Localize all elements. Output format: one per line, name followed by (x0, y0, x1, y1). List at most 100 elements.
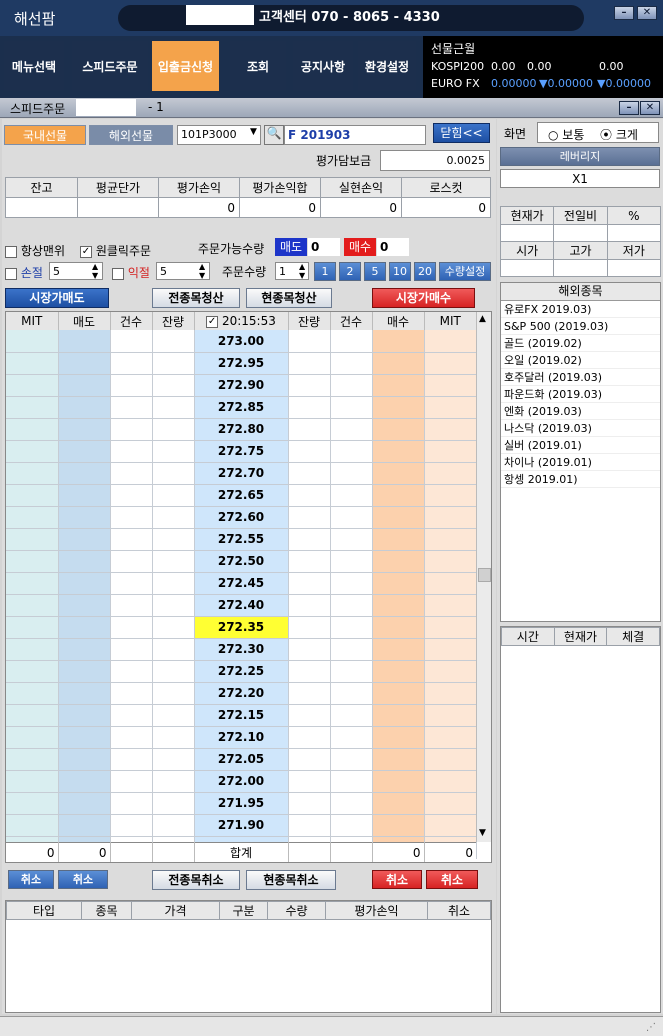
scroll-down-icon[interactable]: ▼ (479, 828, 486, 838)
sell-cell[interactable] (58, 528, 111, 551)
account-select[interactable]: 101P3000 (177, 125, 261, 145)
scroll-up-icon[interactable]: ▲ (479, 314, 486, 324)
symbol-item[interactable]: 차이나 (2019.01) (501, 454, 660, 471)
sell-count-cell[interactable] (110, 638, 153, 661)
price-cell[interactable]: 272.00 (194, 770, 289, 793)
spinner-icon[interactable]: ▲ ▼ (299, 262, 305, 280)
mit-sell-cell[interactable] (6, 506, 59, 529)
mit-buy-cell[interactable] (424, 616, 477, 639)
menu-select[interactable]: 메뉴선택 (4, 41, 64, 91)
close-icon[interactable]: ✕ (637, 6, 657, 20)
sell-cell[interactable] (58, 462, 111, 485)
sell-count-cell[interactable] (110, 748, 153, 771)
buy-cell[interactable] (372, 638, 425, 661)
sell-count-cell[interactable] (110, 330, 153, 353)
mit-sell-cell[interactable] (6, 418, 59, 441)
symbol-item[interactable]: 실버 (2019.01) (501, 437, 660, 454)
mit-sell-cell[interactable] (6, 550, 59, 573)
mit-buy-cell[interactable] (424, 330, 477, 353)
buy-cell[interactable] (372, 440, 425, 463)
sell-count-cell[interactable] (110, 396, 153, 419)
one-click-option[interactable]: ✓ 원클릭주문 (80, 242, 151, 259)
checkbox-checked-icon[interactable]: ✓ (206, 315, 219, 328)
buy-cell[interactable] (372, 396, 425, 419)
price-cell[interactable]: 272.30 (194, 638, 289, 661)
sell-cell[interactable] (58, 616, 111, 639)
sell-cell[interactable] (58, 330, 111, 353)
spinner-icon[interactable]: ▲ ▼ (199, 262, 205, 280)
buy-count-cell[interactable] (330, 748, 373, 771)
mit-buy-cell[interactable] (424, 704, 477, 727)
sell-cell[interactable] (58, 814, 111, 837)
mit-sell-cell[interactable] (6, 462, 59, 485)
qty-preset-button[interactable]: 1 (314, 262, 336, 281)
sell-count-cell[interactable] (110, 704, 153, 727)
mit-sell-cell[interactable] (6, 638, 59, 661)
menu-settings[interactable]: 환경설정 (358, 41, 416, 91)
stop-loss-option[interactable]: 손절 (5, 264, 43, 281)
mit-sell-cell[interactable] (6, 660, 59, 683)
buy-cell[interactable] (372, 352, 425, 375)
sell-count-cell[interactable] (110, 594, 153, 617)
mit-buy-cell[interactable] (424, 770, 477, 793)
mit-buy-cell[interactable] (424, 352, 477, 375)
price-cell[interactable]: 272.10 (194, 726, 289, 749)
price-cell[interactable]: 272.60 (194, 506, 289, 529)
price-cell[interactable]: 272.80 (194, 418, 289, 441)
buy-cell[interactable] (372, 550, 425, 573)
buy-count-cell[interactable] (330, 704, 373, 727)
mit-sell-cell[interactable] (6, 528, 59, 551)
sell-cell[interactable] (58, 506, 111, 529)
price-cell[interactable]: 272.90 (194, 374, 289, 397)
close-panel-button[interactable]: 닫힘<< (433, 123, 490, 143)
sell-cell[interactable] (58, 352, 111, 375)
checkbox-icon[interactable] (5, 267, 17, 280)
mit-sell-cell[interactable] (6, 616, 59, 639)
tab-foreign[interactable]: 해외선물 (89, 125, 173, 145)
sell-count-cell[interactable] (110, 682, 153, 705)
buy-count-cell[interactable] (330, 638, 373, 661)
radio-normal[interactable]: ○ 보통 (548, 126, 584, 143)
symbol-item[interactable]: 호주달러 (2019.03) (501, 369, 660, 386)
price-cell[interactable]: 271.95 (194, 792, 289, 815)
mit-sell-cell[interactable] (6, 682, 59, 705)
buy-count-cell[interactable] (330, 770, 373, 793)
symbol-item[interactable]: 파운드화 (2019.03) (501, 386, 660, 403)
price-cell[interactable]: 272.75 (194, 440, 289, 463)
cancel-sell-button[interactable]: 취소 (58, 870, 108, 889)
buy-count-cell[interactable] (330, 484, 373, 507)
sell-cell[interactable] (58, 396, 111, 419)
price-cell[interactable]: 272.25 (194, 660, 289, 683)
sell-cell[interactable] (58, 374, 111, 397)
symbol-item[interactable]: 오일 (2019.02) (501, 352, 660, 369)
take-profit-option[interactable]: 익절 (112, 264, 150, 281)
close-all-button[interactable]: 전종목청산 (152, 288, 240, 308)
buy-cell[interactable] (372, 792, 425, 815)
price-cell[interactable]: 272.95 (194, 352, 289, 375)
sell-cell[interactable] (58, 660, 111, 683)
search-icon[interactable]: 🔍 (264, 125, 284, 145)
tab-domestic[interactable]: 국내선물 (4, 125, 86, 145)
mit-sell-cell[interactable] (6, 374, 59, 397)
sell-count-cell[interactable] (110, 814, 153, 837)
sell-count-cell[interactable] (110, 462, 153, 485)
sell-cell[interactable] (58, 792, 111, 815)
ladder-scrollbar[interactable]: ▲ ▼ (476, 312, 491, 842)
buy-count-cell[interactable] (330, 352, 373, 375)
buy-cell[interactable] (372, 572, 425, 595)
sell-cell[interactable] (58, 682, 111, 705)
buy-count-cell[interactable] (330, 440, 373, 463)
mit-sell-cell[interactable] (6, 572, 59, 595)
mit-buy-cell[interactable] (424, 594, 477, 617)
price-cell[interactable]: 272.15 (194, 704, 289, 727)
mit-buy-cell[interactable] (424, 748, 477, 771)
radio-large[interactable]: ⦿ 크게 (600, 126, 638, 143)
qty-set-button[interactable]: 수량설정 (439, 262, 491, 281)
market-buy-button[interactable]: 시장가매수 (372, 288, 475, 308)
buy-cell[interactable] (372, 418, 425, 441)
sell-cell[interactable] (58, 726, 111, 749)
buy-cell[interactable] (372, 814, 425, 837)
price-cell[interactable]: 272.35 (194, 616, 289, 639)
mit-buy-cell[interactable] (424, 418, 477, 441)
sell-cell[interactable] (58, 484, 111, 507)
